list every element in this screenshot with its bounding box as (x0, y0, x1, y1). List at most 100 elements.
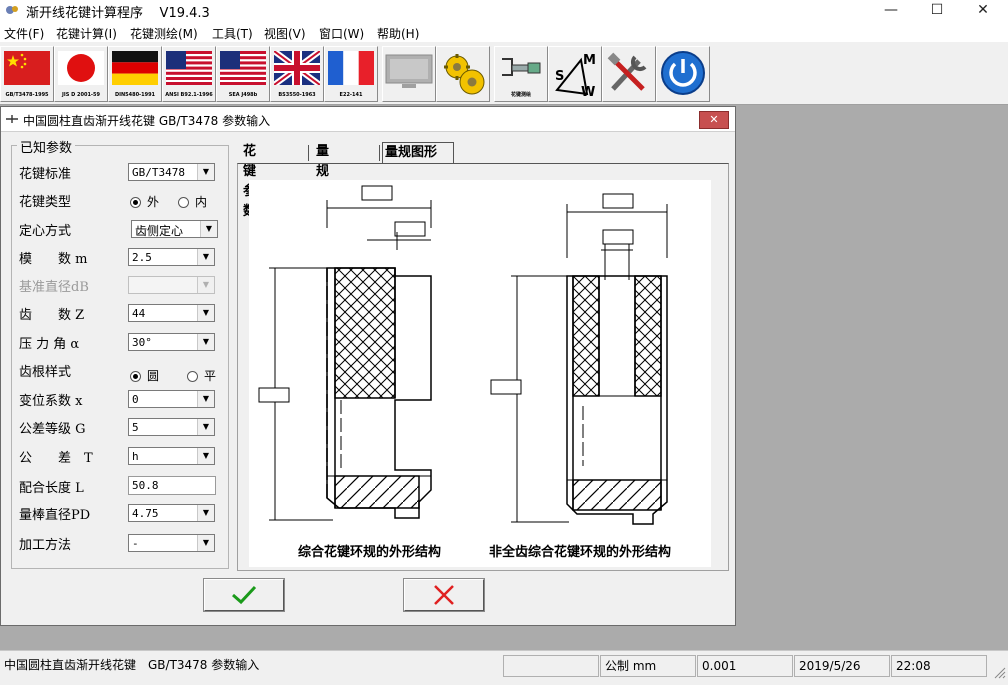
fit-length-input[interactable]: 50.8 (128, 476, 216, 495)
gauge-drawing (258, 185, 668, 525)
tolerance-select[interactable]: h ▼ (128, 447, 215, 465)
radio-flat-label: 平 (204, 369, 217, 383)
maximize-button[interactable]: ☐ (914, 0, 960, 22)
status-message: 中国圆柱直齿渐开线花键 GB/T3478 参数输入 (0, 655, 502, 677)
tab-gauge-params[interactable]: 量规参数 (314, 142, 331, 219)
tolerance-grade-select[interactable]: 5 ▼ (128, 418, 215, 436)
centering-value: 齿侧定心 (135, 224, 184, 238)
param-input-dialog: 中国圆柱直齿渐开线花键 GB/T3478 参数输入 ✕ 已知参数 花键标准 GB… (0, 106, 736, 626)
toolbar-button-din[interactable]: DIN5480-1991 (108, 46, 162, 102)
pressure-angle-value: 30° (132, 336, 152, 349)
spline-standard-select[interactable]: GB/T3478 ▼ (128, 163, 215, 181)
gauge-drawing-area (249, 180, 711, 567)
label-module: 模 数 m (19, 252, 88, 267)
gears-icon (444, 54, 485, 95)
status-precision: 0.001 (697, 655, 793, 677)
pin-diameter-value: 4.75 (132, 507, 159, 520)
label-root-style: 齿根样式 (19, 365, 72, 380)
machining-value: - (132, 537, 139, 550)
toolbar-button-bs[interactable]: BS3550-1963 (270, 46, 324, 102)
shift-coeff-select[interactable]: 0 ▼ (128, 390, 215, 408)
toolbar-button-tools[interactable] (602, 46, 656, 102)
toolbar-button-exit[interactable] (656, 46, 710, 102)
tolerance-value: h (132, 450, 139, 463)
dialog-close-button[interactable]: ✕ (699, 111, 729, 129)
shift-coeff-value: 0 (132, 393, 139, 406)
chevron-down-icon[interactable]: ▼ (197, 334, 214, 350)
toolbar-button-gears[interactable] (436, 46, 490, 102)
radio-dot (178, 197, 189, 208)
radio-round[interactable]: 圆 (130, 367, 159, 384)
radio-external-label: 外 (147, 195, 160, 209)
teeth-value: 44 (132, 307, 146, 320)
toolbar-label: E22-141 (339, 92, 363, 98)
window-title: 渐开线花键计算程序 V19.4.3 (26, 6, 210, 21)
tab-divider (379, 145, 380, 161)
tab-spline-params[interactable]: 花键参数 (241, 142, 258, 219)
toolbar-label: GB/T3478-1995 (5, 92, 49, 98)
close-window-button[interactable]: ✕ (960, 0, 1006, 22)
menu-help[interactable]: 帮助(H) (377, 25, 419, 42)
chevron-down-icon[interactable]: ▼ (197, 249, 214, 265)
smw-icon: S M W (555, 53, 596, 98)
resize-grip-icon[interactable] (992, 665, 1006, 679)
base-diameter-select: ▼ (128, 276, 215, 294)
label-base-diameter: 基准直径dB (19, 280, 89, 295)
chevron-down-icon[interactable]: ▼ (197, 305, 214, 321)
radio-flat[interactable]: 平 (187, 367, 216, 384)
toolbar-button-monitor[interactable] (382, 46, 436, 102)
toolbar-button-micrometer[interactable]: 花键测绘 (494, 46, 548, 102)
label-teeth: 齿 数 Z (19, 308, 85, 323)
toolbar-button-gb[interactable]: GB/T3478-1995 (0, 46, 54, 102)
tab-gauge-graphics[interactable]: 量规图形 (382, 142, 454, 163)
menu-view[interactable]: 视图(V) (264, 25, 306, 42)
menu-spline-survey[interactable]: 花键测绘(M) (130, 25, 198, 42)
toolbar-button-jis[interactable]: JIS D 2001-59 (54, 46, 108, 102)
chevron-down-icon[interactable]: ▼ (197, 505, 214, 521)
pressure-angle-select[interactable]: 30° ▼ (128, 333, 215, 351)
module-select[interactable]: 2.5 ▼ (128, 248, 215, 266)
menu-bar: 文件(F) 花键计算(I) 花键测绘(M) 工具(T) 视图(V) 窗口(W) … (0, 22, 1008, 42)
svg-text:W: W (581, 85, 595, 98)
toolbar-button-ansi[interactable]: ANSI B92.1-1996 (162, 46, 216, 102)
chevron-down-icon[interactable]: ▼ (197, 164, 214, 180)
pin-diameter-select[interactable]: 4.75 ▼ (128, 504, 215, 522)
label-pressure-angle: 压 力 角 α (19, 337, 80, 352)
menu-spline-calc[interactable]: 花键计算(I) (56, 25, 117, 42)
chevron-down-icon[interactable]: ▼ (197, 391, 214, 407)
label-shift-coeff: 变位系数 x (19, 394, 83, 409)
centering-select[interactable]: 齿侧定心 ▼ (131, 220, 218, 238)
dialog-title-bar: 中国圆柱直齿渐开线花键 GB/T3478 参数输入 ✕ (1, 107, 735, 132)
teeth-select[interactable]: 44 ▼ (128, 304, 215, 322)
toolbar-label: BS3550-1963 (278, 92, 316, 98)
toolbar-button-e22[interactable]: E22-141 (324, 46, 378, 102)
minimize-button[interactable]: — (868, 0, 914, 22)
chevron-down-icon[interactable]: ▼ (197, 535, 214, 551)
radio-internal[interactable]: 内 (178, 193, 207, 210)
radio-dot (130, 197, 141, 208)
uk-flag-icon (274, 51, 320, 85)
toolbar-label: JIS D 2001-59 (62, 92, 100, 98)
menu-window[interactable]: 窗口(W) (319, 25, 364, 42)
caption-full-gauge: 综合花键环规的外形结构 (298, 545, 442, 560)
svg-text:M: M (583, 53, 596, 68)
toolbar-button-sea[interactable]: SEA J498b (216, 46, 270, 102)
machining-select[interactable]: - ▼ (128, 534, 215, 552)
tools-icon (607, 52, 647, 91)
cancel-button[interactable] (403, 578, 485, 612)
chevron-down-icon[interactable]: ▼ (197, 448, 214, 464)
status-date: 2019/5/26 (794, 655, 890, 677)
label-spline-type: 花键类型 (19, 195, 72, 210)
dialog-icon (6, 115, 18, 123)
radio-external[interactable]: 外 (130, 193, 159, 210)
menu-file[interactable]: 文件(F) (4, 25, 44, 42)
chevron-down-icon[interactable]: ▼ (200, 221, 217, 237)
ok-button[interactable] (203, 578, 285, 612)
chevron-down-icon[interactable]: ▼ (197, 419, 214, 435)
usa-flag-icon (166, 51, 212, 85)
status-bar: 中国圆柱直齿渐开线花键 GB/T3478 参数输入 公制 mm 0.001 20… (0, 650, 1008, 685)
label-pin-diameter: 量棒直径PD (19, 508, 91, 523)
menu-tools[interactable]: 工具(T) (212, 25, 253, 42)
radio-internal-label: 内 (195, 195, 208, 209)
toolbar-button-smw[interactable]: S M W (548, 46, 602, 102)
